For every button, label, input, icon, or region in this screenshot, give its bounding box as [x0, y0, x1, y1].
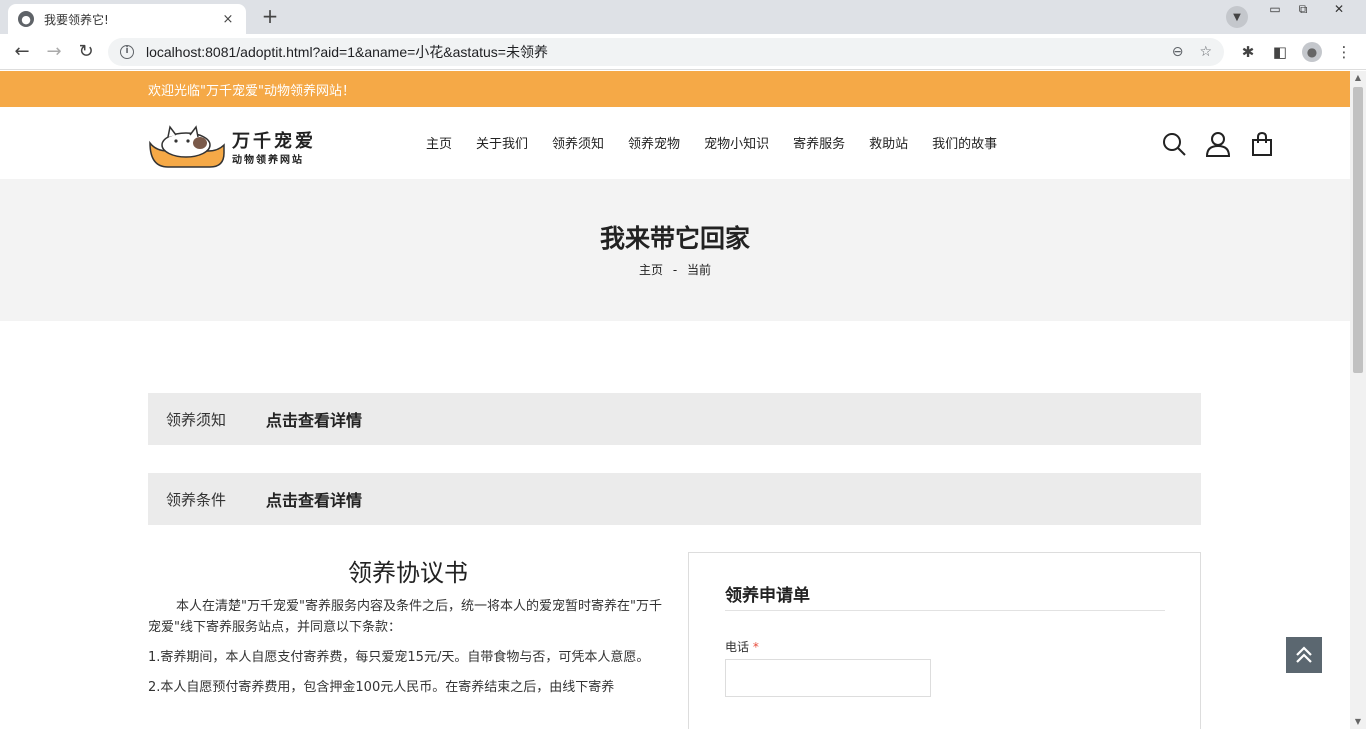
accordion-adoption-conditions[interactable]: 领养条件 点击查看详情 [148, 473, 1201, 525]
menu-icon[interactable]: ⋮ [1334, 42, 1354, 62]
required-mark: * [752, 640, 759, 654]
breadcrumb-current: 当前 [687, 263, 712, 277]
user-icon[interactable] [1205, 131, 1231, 157]
search-icon[interactable] [1161, 131, 1187, 157]
accordion-details-link[interactable]: 点击查看详情 [266, 407, 362, 431]
browser-tab[interactable]: ● 我要领养它! × [8, 4, 246, 34]
phone-label: 电话 * [725, 638, 759, 655]
extensions-icon[interactable]: ✱ [1238, 42, 1258, 62]
site-logo[interactable]: 万千宠爱 动物领养网站 [148, 117, 320, 169]
globe-icon: ● [18, 11, 34, 27]
breadcrumb-separator: - [672, 263, 678, 277]
cart-icon[interactable] [1249, 131, 1275, 157]
phone-label-text: 电话 [725, 640, 750, 654]
logo-subtitle: 动物领养网站 [232, 155, 304, 166]
nav-about[interactable]: 关于我们 [476, 133, 528, 152]
logo-title: 万千宠爱 [232, 131, 316, 152]
scroll-down-icon[interactable]: ▼ [1350, 715, 1366, 729]
scroll-up-icon[interactable]: ▲ [1350, 71, 1366, 85]
agreement-title: 领养协议书 [348, 559, 468, 587]
breadcrumb: 主页 - 当前 [0, 261, 1350, 278]
minimize-icon[interactable]: ▭ [1262, 0, 1288, 20]
page-viewport: 欢迎光临"万千宠爱"动物领养网站！ 万千宠爱 动物领养网站 主页 关于我们 领养… [0, 71, 1350, 729]
tab-search-icon[interactable]: ▼ [1226, 6, 1248, 28]
welcome-bar: 欢迎光临"万千宠爱"动物领养网站！ [0, 71, 1350, 107]
forward-icon[interactable]: → [42, 40, 66, 64]
nav-rescue[interactable]: 救助站 [869, 133, 908, 152]
phone-input[interactable] [725, 659, 931, 697]
profile-icon[interactable]: ● [1302, 42, 1322, 62]
back-to-top-button[interactable] [1286, 637, 1322, 673]
back-icon[interactable]: ← [10, 40, 34, 64]
page-scrollbar[interactable]: ▲ ▼ [1350, 71, 1366, 729]
restore-icon[interactable]: ⧉ [1290, 0, 1316, 20]
form-title: 领养申请单 [725, 586, 810, 606]
star-icon[interactable]: ☆ [1199, 44, 1212, 60]
browser-toolbar: ← → ↻ i localhost:8081/adoptit.html?aid=… [0, 34, 1366, 70]
zoom-icon[interactable]: ⊖ [1172, 44, 1184, 60]
adoption-agreement: 领养协议书 本人在清楚"万千宠爱"寄养服务内容及条件之后，统一将本人的爱宠暂时寄… [148, 553, 668, 707]
nav-stories[interactable]: 我们的故事 [932, 133, 997, 152]
scrollbar-thumb[interactable] [1353, 87, 1363, 373]
agreement-paragraph: 本人在清楚"万千宠爱"寄养服务内容及条件之后，统一将本人的爱宠暂时寄养在"万千宠… [148, 599, 662, 635]
accordion-label: 领养须知 [166, 410, 227, 429]
cat-logo-icon [149, 125, 225, 168]
address-bar[interactable]: i localhost:8081/adoptit.html?aid=1&anam… [108, 38, 1224, 66]
nav-home[interactable]: 主页 [426, 133, 452, 152]
site-header: 万千宠爱 动物领养网站 主页 关于我们 领养须知 领养宠物 宠物小知识 寄养服务… [0, 107, 1350, 179]
close-tab-icon[interactable]: × [220, 12, 236, 27]
welcome-text: 欢迎光临"万千宠爱"动物领养网站！ [148, 84, 355, 99]
adoption-application-form: 领养申请单 电话 * [688, 552, 1201, 729]
window-close-icon[interactable]: ✕ [1318, 0, 1360, 20]
nav-adopt-pets[interactable]: 领养宠物 [628, 133, 680, 152]
page-banner: 我来带它回家 主页 - 当前 [0, 179, 1350, 321]
agreement-paragraph: 2.本人自愿预付寄养费用，包含押金100元人民币。在寄养结束之后，由线下寄养 [148, 680, 615, 695]
sidepanel-icon[interactable]: ◧ [1270, 42, 1290, 62]
nav-boarding[interactable]: 寄养服务 [793, 133, 845, 152]
url-text[interactable]: localhost:8081/adoptit.html?aid=1&aname=… [146, 42, 1156, 62]
nav-adoption-notice[interactable]: 领养须知 [552, 133, 604, 152]
page-title: 我来带它回家 [599, 224, 750, 253]
accordion-details-link[interactable]: 点击查看详情 [266, 487, 362, 511]
agreement-paragraph: 1.寄养期间，本人自愿支付寄养费，每只爱宠15元/天。自带食物与否，可凭本人意愿… [148, 650, 650, 665]
tab-title: 我要领养它! [44, 12, 109, 27]
browser-tabbar: ● 我要领养它! × + ▼ ▭ ⧉ ✕ [0, 0, 1366, 34]
accordion-label: 领养条件 [166, 490, 227, 509]
form-divider [725, 610, 1165, 611]
info-icon[interactable]: i [120, 45, 134, 59]
nav-pet-tips[interactable]: 宠物小知识 [704, 133, 769, 152]
reload-icon[interactable]: ↻ [74, 40, 98, 64]
main-nav: 主页 关于我们 领养须知 领养宠物 宠物小知识 寄养服务 救助站 我们的故事 [414, 133, 1009, 152]
double-chevron-up-icon [1296, 646, 1312, 663]
new-tab-button[interactable]: + [256, 5, 284, 29]
breadcrumb-home[interactable]: 主页 [639, 263, 663, 277]
accordion-adoption-notice[interactable]: 领养须知 点击查看详情 [148, 393, 1201, 445]
